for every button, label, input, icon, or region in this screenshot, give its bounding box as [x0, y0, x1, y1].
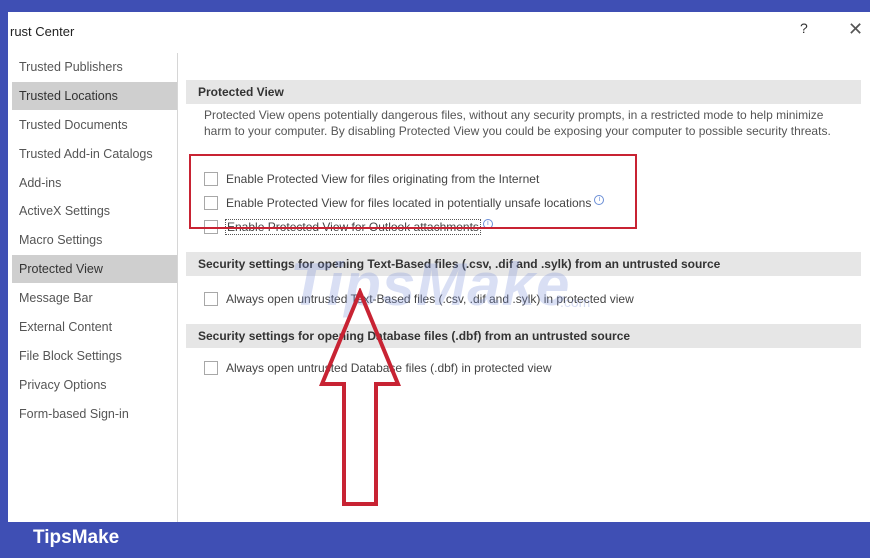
database-checkbox[interactable]: [204, 360, 218, 375]
sidebar-item-file-block-settings[interactable]: File Block Settings: [12, 342, 177, 370]
database-header: Security settings for opening Database f…: [186, 324, 861, 348]
close-button[interactable]: ✕: [848, 19, 863, 40]
sidebar-item-external-content[interactable]: External Content: [12, 313, 177, 341]
sidebar-item-trusted-publishers[interactable]: Trusted Publishers: [12, 53, 177, 81]
sidebar-item-protected-view[interactable]: Protected View: [12, 255, 177, 284]
title-bar: rust Center ? ✕: [8, 12, 870, 52]
sidebar-item-form-based-sign-in[interactable]: Form-based Sign-in: [12, 400, 177, 428]
sidebar-item-privacy-options[interactable]: Privacy Options: [12, 371, 177, 399]
brand-logo: TipsMake: [33, 527, 120, 548]
sidebar-item-trusted-add-in-catalogs[interactable]: Trusted Add-in Catalogs: [12, 140, 177, 168]
watermark-domain: .com: [560, 294, 591, 310]
sidebar-item-add-ins[interactable]: Add-ins: [12, 169, 177, 197]
sidebar: Trusted Publishers Trusted Locations Tru…: [12, 53, 178, 522]
sidebar-item-activex-settings[interactable]: ActiveX Settings: [12, 197, 177, 225]
protected-view-header: Protected View: [186, 80, 861, 104]
dialog-title: rust Center: [10, 24, 75, 39]
text-based-checkbox[interactable]: [204, 291, 218, 306]
highlight-box: [189, 154, 637, 229]
sidebar-item-macro-settings[interactable]: Macro Settings: [12, 226, 177, 254]
up-arrow-annotation: [319, 288, 401, 506]
sidebar-item-message-bar[interactable]: Message Bar: [12, 284, 177, 312]
sidebar-item-trusted-documents[interactable]: Trusted Documents: [12, 111, 177, 139]
help-button[interactable]: ?: [800, 20, 808, 36]
protected-view-description: Protected View opens potentially dangero…: [204, 108, 831, 138]
sidebar-item-trusted-locations[interactable]: Trusted Locations: [12, 81, 177, 110]
